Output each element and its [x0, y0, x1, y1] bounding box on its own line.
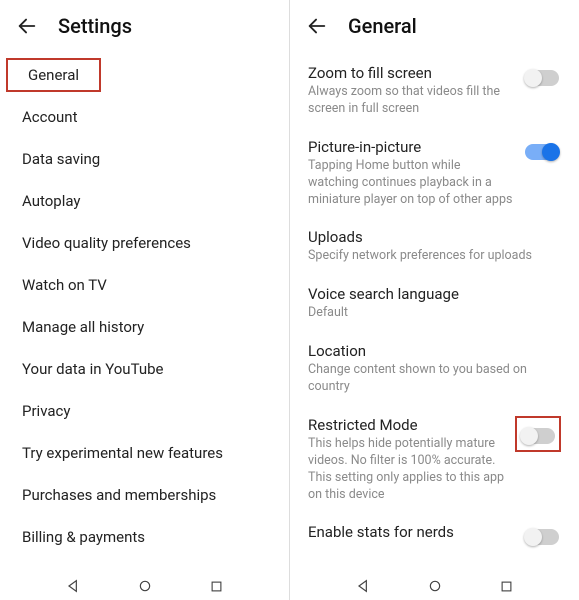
settings-menu-item[interactable]: Watch on TV: [0, 264, 289, 306]
toggle-switch[interactable]: [525, 144, 559, 160]
setting-title: Restricted Mode: [308, 416, 505, 434]
toggle-wrap: [523, 523, 561, 547]
settings-menu: General AccountData savingAutoplayVideo q…: [0, 48, 289, 570]
setting-row[interactable]: Enable stats for nerds: [290, 513, 579, 557]
setting-row[interactable]: Uploads Specify network preferences for u…: [290, 218, 579, 275]
setting-desc: Default: [308, 305, 561, 322]
setting-desc: This helps hide potentially mature video…: [308, 436, 505, 504]
setting-row[interactable]: Zoom to fill screen Always zoom so that v…: [290, 54, 579, 128]
setting-title: Uploads: [308, 228, 561, 246]
settings-title: Settings: [58, 14, 132, 38]
toggle-wrap: [523, 64, 561, 88]
back-icon[interactable]: [16, 15, 38, 37]
nav-recent-icon[interactable]: [209, 579, 224, 594]
setting-title: Voice search language: [308, 285, 561, 303]
settings-menu-item[interactable]: Your data in YouTube: [0, 348, 289, 390]
setting-text: Location Change content shown to you base…: [308, 342, 561, 396]
settings-menu-item[interactable]: Data saving: [0, 138, 289, 180]
toggle-knob: [542, 143, 560, 161]
setting-text: Restricted Mode This helps hide potential…: [308, 416, 505, 504]
setting-text: Enable stats for nerds: [308, 523, 513, 543]
setting-title: Zoom to fill screen: [308, 64, 513, 82]
settings-menu-item[interactable]: Manage all history: [0, 306, 289, 348]
general-settings-list: Zoom to fill screen Always zoom so that v…: [290, 48, 579, 570]
setting-title: Picture-in-picture: [308, 138, 513, 156]
android-navbar: [290, 570, 579, 600]
setting-row[interactable]: Location Change content shown to you base…: [290, 332, 579, 406]
settings-menu-item[interactable]: Video quality preferences: [0, 222, 289, 264]
settings-menu-item[interactable]: Purchases and memberships: [0, 474, 289, 516]
setting-desc: Specify network preferences for uploads: [308, 248, 561, 265]
setting-text: Picture-in-picture Tapping Home button wh…: [308, 138, 513, 209]
settings-menu-item[interactable]: Billing & payments: [0, 516, 289, 558]
settings-pane: Settings General AccountData savingAutopl…: [0, 0, 290, 600]
general-title: General: [348, 14, 417, 38]
android-navbar: [0, 570, 289, 600]
nav-home-icon[interactable]: [137, 578, 153, 594]
settings-menu-item[interactable]: Try experimental new features: [0, 432, 289, 474]
toggle-knob: [524, 69, 542, 87]
toggle-knob: [524, 528, 542, 546]
settings-menu-item[interactable]: Autoplay: [0, 180, 289, 222]
setting-text: Zoom to fill screen Always zoom so that v…: [308, 64, 513, 118]
toggle-wrap: [523, 138, 561, 162]
nav-recent-icon[interactable]: [499, 579, 514, 594]
setting-text: Voice search language Default: [308, 285, 561, 322]
toggle-switch[interactable]: [525, 70, 559, 86]
back-icon[interactable]: [306, 15, 328, 37]
setting-title: Location: [308, 342, 561, 360]
setting-row[interactable]: Voice search language Default: [290, 275, 579, 332]
setting-row[interactable]: Picture-in-picture Tapping Home button wh…: [290, 128, 579, 219]
settings-menu-item[interactable]: General: [6, 58, 101, 92]
toggle-switch[interactable]: [525, 529, 559, 545]
toggle-switch[interactable]: [521, 428, 555, 444]
toggle-knob: [520, 427, 538, 445]
nav-back-icon[interactable]: [65, 578, 81, 594]
setting-desc: Change content shown to you based on cou…: [308, 362, 561, 396]
settings-header: Settings: [0, 0, 289, 48]
setting-text: Uploads Specify network preferences for u…: [308, 228, 561, 265]
nav-back-icon[interactable]: [355, 578, 371, 594]
general-header: General: [290, 0, 579, 48]
setting-row[interactable]: Earn badgesReceive badges across all You…: [290, 557, 579, 570]
setting-title: Enable stats for nerds: [308, 523, 513, 541]
setting-desc: Always zoom so that videos fill the scre…: [308, 84, 513, 118]
toggle-wrap: [515, 416, 561, 452]
setting-desc: Tapping Home button while watching conti…: [308, 158, 513, 209]
setting-row[interactable]: Restricted Mode This helps hide potential…: [290, 406, 579, 514]
general-pane: General Zoom to fill screen Always zoom s…: [290, 0, 579, 600]
nav-home-icon[interactable]: [427, 578, 443, 594]
settings-menu-item[interactable]: Account: [0, 96, 289, 138]
settings-menu-item[interactable]: Privacy: [0, 390, 289, 432]
